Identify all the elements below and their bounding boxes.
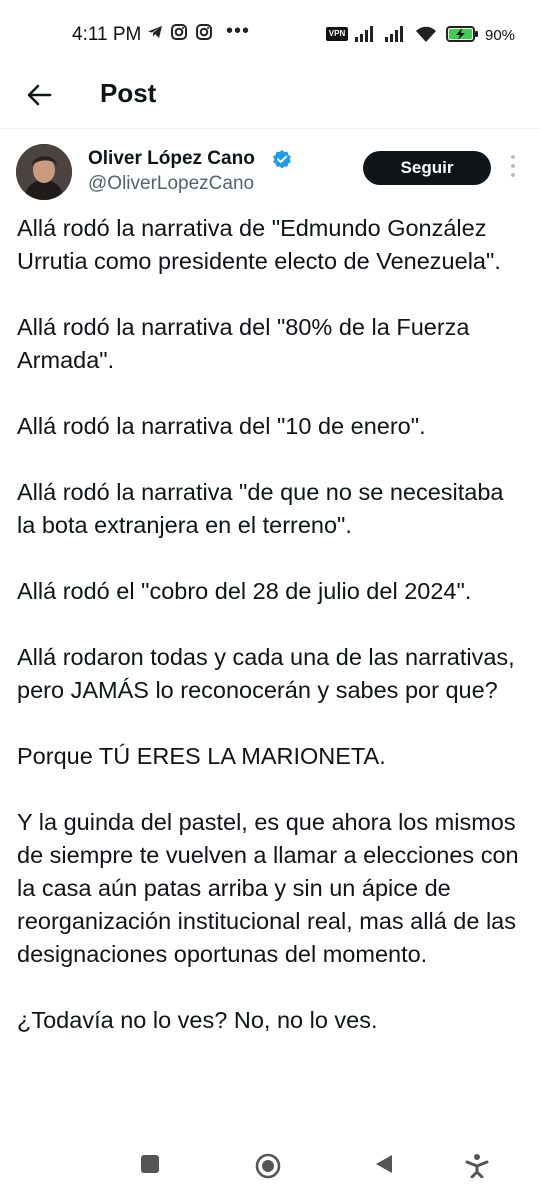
signal-icon: [355, 26, 373, 42]
more-options-icon[interactable]: [506, 155, 520, 181]
instagram-icon: [196, 24, 212, 40]
more-icon: •••: [226, 20, 251, 42]
post-paragraph: Porque TÚ ERES LA MARIONETA.: [17, 743, 386, 769]
post-paragraph: Allá rodaron todas y cada una de las nar…: [17, 644, 515, 703]
post-paragraph: Allá rodó la narrativa "de que no se nec…: [17, 479, 504, 538]
home-icon[interactable]: [254, 1152, 282, 1180]
post-paragraph: Allá rodó la narrativa de "Edmundo Gonzá…: [17, 215, 501, 274]
post-text: Allá rodó la narrativa de "Edmundo Gonzá…: [17, 212, 527, 1070]
system-nav-bar: [0, 1140, 540, 1200]
author-handle[interactable]: @OliverLopezCano: [88, 173, 254, 195]
back-triangle-icon[interactable]: [372, 1152, 396, 1176]
vpn-icon: VPN: [326, 27, 348, 41]
back-arrow-icon[interactable]: [22, 78, 56, 112]
status-time: 4:11 PM: [72, 24, 142, 45]
battery-charging-icon: [446, 26, 478, 42]
avatar-image: [16, 144, 72, 200]
post-paragraph: Allá rodó el "cobro del 28 de julio del …: [17, 578, 472, 604]
app-header: Post: [0, 70, 540, 129]
author-name[interactable]: Oliver López Cano: [88, 148, 255, 170]
post-paragraph: ¿Todavía no lo ves? No, no lo ves.: [17, 1007, 378, 1033]
follow-button[interactable]: Seguir: [363, 151, 491, 185]
recents-icon[interactable]: [138, 1152, 162, 1176]
battery-percent: 90%: [485, 27, 516, 44]
signal-icon: [385, 26, 403, 42]
verified-badge-icon: [273, 150, 291, 169]
telegram-icon: [148, 26, 162, 38]
post-paragraph: Y la guinda del pastel, es que ahora los…: [17, 809, 519, 967]
accessibility-icon[interactable]: [464, 1152, 490, 1178]
page-title: Post: [100, 78, 157, 108]
status-bar: 4:11 PM ••• VPN 90%: [0, 0, 540, 70]
wifi-icon: [416, 26, 436, 42]
post-paragraph: Allá rodó la narrativa del "80% de la Fu…: [17, 314, 470, 373]
post-paragraph: Allá rodó la narrativa del "10 de enero"…: [17, 413, 426, 439]
instagram-icon: [171, 24, 187, 40]
avatar[interactable]: [16, 144, 72, 200]
